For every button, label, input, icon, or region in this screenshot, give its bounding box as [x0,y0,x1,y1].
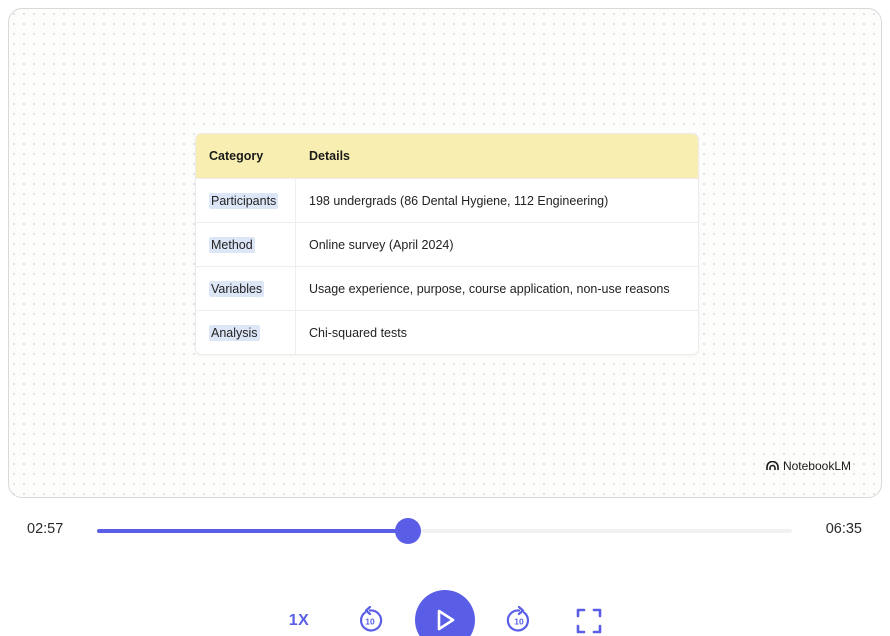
progress-fill [97,529,409,533]
table-row: Participants 198 undergrads (86 Dental H… [196,178,698,222]
row-category-label: Analysis [209,324,260,341]
rewind-seconds: 10 [365,617,375,627]
current-time: 02:57 [27,521,64,537]
playback-controls: 1X 10 10 [0,590,890,636]
slide-frame: Category Details Participants 198 underg… [8,8,882,498]
total-time: 06:35 [825,521,862,537]
table-header-row: Category Details [196,134,698,178]
notebooklm-brand: NotebookLM [766,459,851,473]
row-details-text: 198 undergrads (86 Dental Hygiene, 112 E… [309,193,609,208]
forward-10-button[interactable]: 10 [505,606,533,634]
header-category: Category [209,149,264,163]
row-details-text: Online survey (April 2024) [309,237,454,252]
notebooklm-logo-icon [766,461,779,471]
table-row: Analysis Chi-squared tests [196,310,698,354]
play-button[interactable] [415,590,475,636]
row-details-text: Chi-squared tests [309,325,407,340]
study-table: Category Details Participants 198 underg… [195,133,699,355]
header-details: Details [309,149,350,163]
row-category-label: Variables [209,280,265,297]
row-category-label: Participants [209,192,279,209]
brand-name: NotebookLM [782,459,851,473]
playback-speed-button[interactable]: 1X [284,610,314,632]
row-category-label: Method [209,236,255,253]
rewind-10-button[interactable]: 10 [356,606,384,634]
forward-seconds: 10 [514,617,524,627]
rewind-10-icon: 10 [360,606,383,632]
fullscreen-icon [576,608,602,634]
table-row: Method Online survey (April 2024) [196,222,698,266]
play-icon [437,609,455,631]
video-player-page: Category Details Participants 198 underg… [0,0,890,636]
progress-track[interactable] [97,518,792,544]
row-details-text: Usage experience, purpose, course applic… [309,281,670,296]
forward-10-icon: 10 [506,606,529,632]
progress-thumb[interactable] [395,518,422,544]
fullscreen-button[interactable] [576,608,602,634]
table-row: Variables Usage experience, purpose, cou… [196,266,698,310]
